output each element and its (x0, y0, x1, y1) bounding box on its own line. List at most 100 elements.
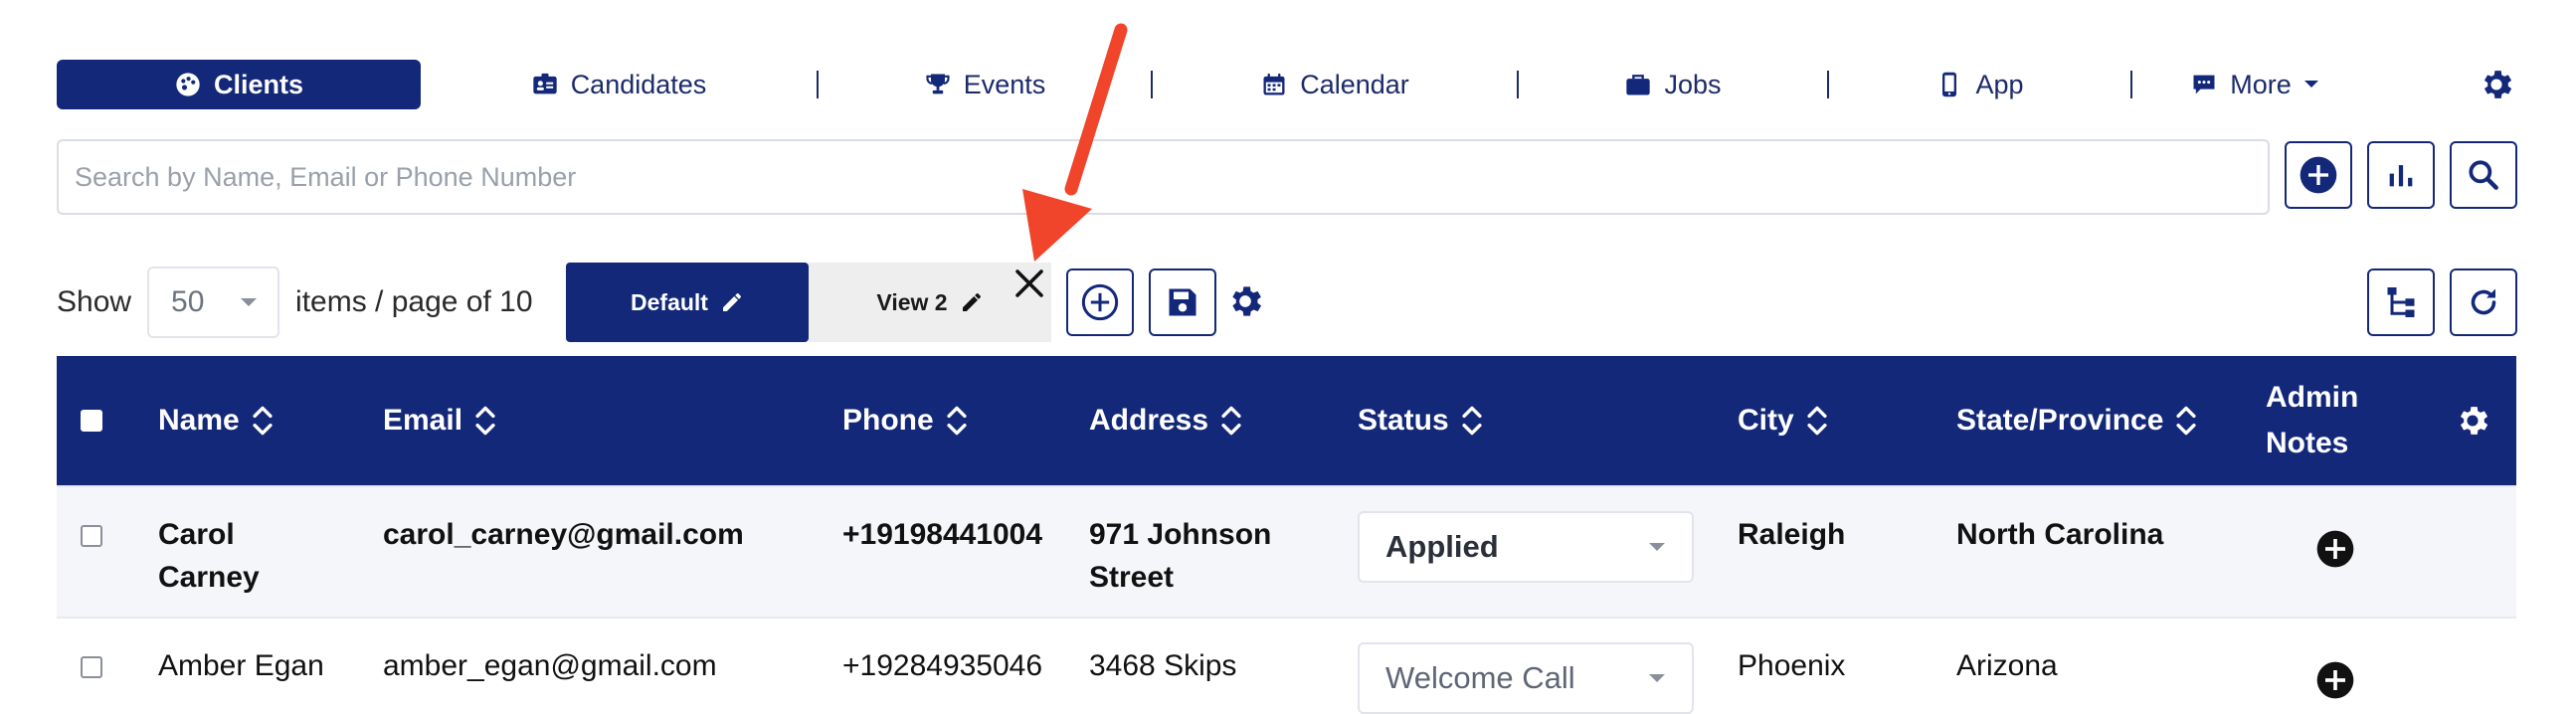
nav-tab-label: Clients (213, 69, 304, 99)
nav-tab-calendar[interactable]: Calendar (1153, 60, 1517, 109)
column-header-city[interactable]: City (1738, 356, 1828, 485)
sort-icon[interactable] (474, 403, 496, 439)
mobile-phone-icon (1942, 72, 1957, 97)
sort-icon[interactable] (1220, 403, 1242, 439)
add-view-button[interactable] (1066, 268, 1134, 336)
floppy-disk-icon (1169, 288, 1196, 316)
pencil-icon[interactable] (720, 290, 744, 314)
status-value: Welcome Call (1385, 660, 1575, 695)
chevron-down-icon (1649, 543, 1665, 551)
sort-icon[interactable] (252, 403, 274, 439)
refresh-icon (2471, 288, 2496, 315)
caret-down-icon (2303, 81, 2318, 88)
add-admin-note-icon[interactable] (2315, 660, 2355, 700)
sort-icon[interactable] (1461, 403, 1483, 439)
hierarchy-view-button[interactable] (2367, 268, 2435, 336)
column-settings-gear-icon[interactable] (2454, 402, 2491, 440)
column-header-label: Status (1358, 404, 1449, 437)
cell-phone: +19284935046 (842, 649, 1043, 682)
palette-icon (176, 73, 200, 96)
top-navigation: Clients Candidates Events Calendar Jobs … (57, 60, 2516, 109)
pagination-controls: Show 50 items / page of 10 (57, 264, 533, 341)
column-header-label: Admin (2266, 381, 2359, 414)
row-checkbox[interactable] (81, 656, 102, 678)
bar-chart-icon (2389, 165, 2413, 187)
column-settings-cell (2454, 356, 2491, 485)
search-icon (2469, 160, 2498, 190)
view-tab-default[interactable]: Default (566, 263, 809, 342)
view-settings-gear-icon[interactable] (1225, 281, 1265, 321)
show-label: Show (57, 285, 132, 318)
settings-button[interactable] (2477, 65, 2516, 104)
nav-tab-events[interactable]: Events (819, 60, 1151, 109)
column-header-label: Email (383, 404, 463, 437)
cell-address-line: 971 Johnson (1089, 518, 1272, 551)
page-size-select[interactable]: 50 (147, 267, 280, 338)
status-value: Applied (1385, 529, 1499, 564)
pencil-icon[interactable] (960, 290, 984, 314)
cell-phone: +19198441004 (842, 518, 1043, 551)
nav-tab-app[interactable]: App (1829, 60, 2130, 109)
trophy-icon (926, 74, 950, 94)
table-row[interactable]: Amber Egan amber_egan@gmail.com +1928493… (57, 617, 2516, 714)
add-client-button[interactable] (2285, 141, 2352, 209)
save-view-button[interactable] (1149, 268, 1216, 336)
refresh-button[interactable] (2450, 268, 2517, 336)
id-card-icon (533, 73, 557, 94)
status-select[interactable]: Applied (1358, 511, 1694, 583)
cell-state: Arizona (1956, 649, 2058, 682)
close-icon[interactable] (1012, 266, 1047, 301)
sort-icon[interactable] (2175, 403, 2197, 439)
sitemap-icon (2387, 287, 2415, 317)
column-header-label: City (1738, 404, 1794, 437)
nav-tab-jobs[interactable]: Jobs (1519, 60, 1827, 109)
cell-address: 971 Johnson Street (1089, 513, 1271, 599)
row-checkbox[interactable] (81, 525, 102, 547)
table-row[interactable]: Carol Carney carol_carney@gmail.com +191… (57, 485, 2516, 617)
cell-name: Carol Carney (158, 513, 260, 599)
chevron-down-icon (241, 298, 258, 306)
chevron-down-icon (1649, 674, 1665, 682)
column-header-status[interactable]: Status (1358, 356, 1483, 485)
select-all-checkbox[interactable] (81, 410, 102, 432)
cell-email: amber_egan@gmail.com (383, 649, 717, 682)
column-header-admin-notes: Admin Notes (2266, 356, 2358, 485)
search-button[interactable] (2450, 141, 2517, 209)
column-header-label: State/Province (1956, 404, 2164, 437)
items-per-page-label: items / page of 10 (295, 285, 533, 318)
stats-button[interactable] (2367, 141, 2435, 209)
nav-tab-label: Events (963, 69, 1046, 99)
nav-tab-label: App (1975, 69, 2024, 99)
column-header-label: Phone (842, 404, 934, 437)
column-header-address[interactable]: Address (1089, 356, 1242, 485)
plus-circle-outline-icon (1081, 283, 1119, 321)
column-header-phone[interactable]: Phone (842, 356, 968, 485)
search-input[interactable] (57, 139, 2270, 215)
add-admin-note-icon[interactable] (2315, 529, 2355, 569)
cell-state: North Carolina (1956, 518, 2164, 551)
plus-circle-icon (2300, 156, 2337, 194)
nav-tab-clients[interactable]: Clients (57, 60, 421, 109)
comment-icon (2193, 75, 2215, 94)
sort-icon[interactable] (946, 403, 968, 439)
status-select[interactable]: Welcome Call (1358, 642, 1694, 714)
column-header-email[interactable]: Email (383, 356, 496, 485)
column-header-label: Notes (2266, 427, 2349, 459)
view-tab-label: View 2 (876, 288, 948, 315)
column-header-state-province[interactable]: State/Province (1956, 356, 2197, 485)
nav-tab-candidates[interactable]: Candidates (421, 60, 817, 109)
briefcase-icon (1626, 75, 1651, 95)
nav-tab-more[interactable]: More (2132, 60, 2377, 109)
column-header-name[interactable]: Name (158, 356, 274, 485)
clients-table: Name Email Phone Address Status City Sta… (57, 356, 2516, 714)
nav-tab-label: More (2230, 69, 2292, 99)
cell-name: Amber Egan (158, 649, 324, 682)
sort-icon[interactable] (1806, 403, 1828, 439)
gear-icon (2484, 71, 2512, 98)
view-tab-label: Default (631, 288, 708, 315)
nav-tab-label: Calendar (1300, 69, 1409, 99)
column-header-label: Address (1089, 404, 1209, 437)
nav-tab-label: Jobs (1664, 69, 1722, 99)
calendar-icon (1263, 73, 1285, 95)
select-all-cell (81, 356, 102, 485)
